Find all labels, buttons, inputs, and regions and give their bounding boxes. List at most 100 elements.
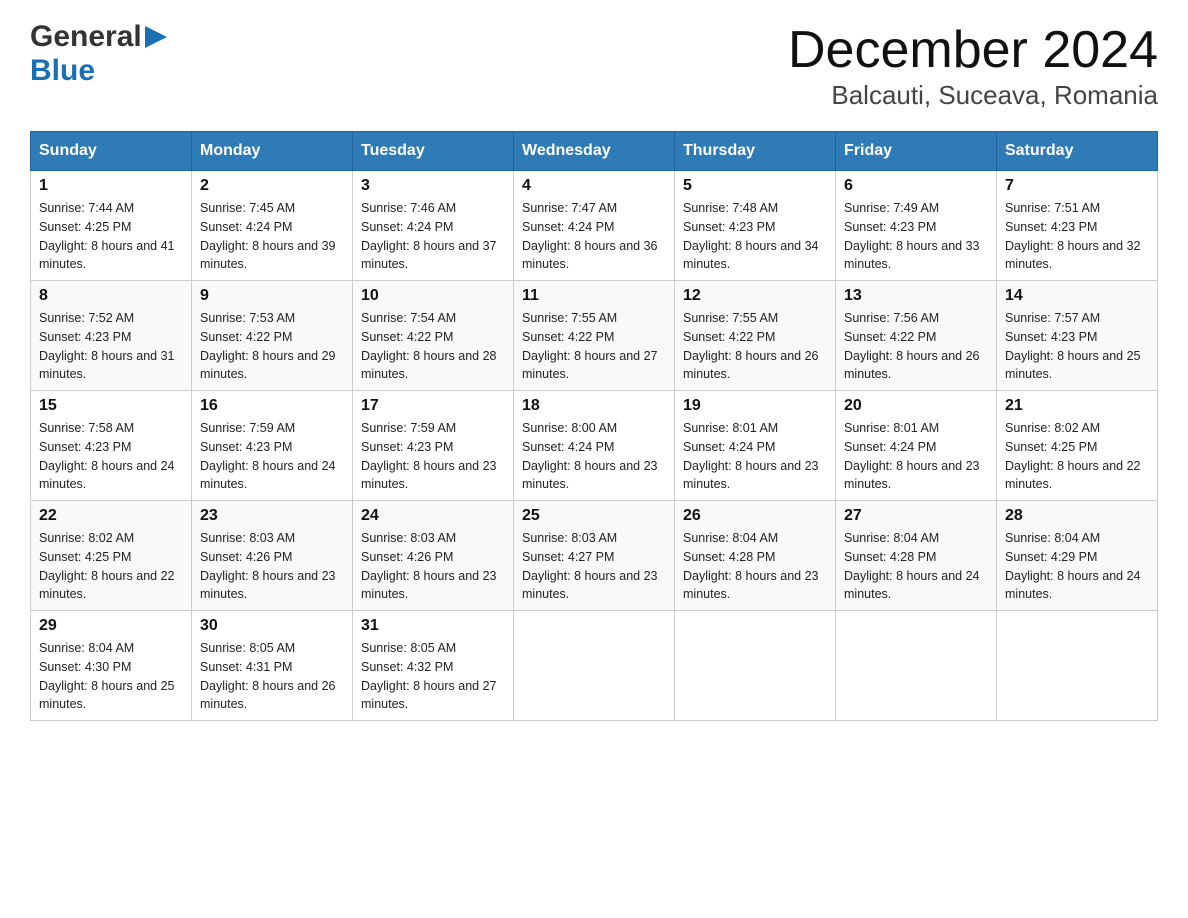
calendar-cell: 4 Sunrise: 7:47 AMSunset: 4:24 PMDaylight… xyxy=(514,171,675,281)
day-info: Sunrise: 8:03 AMSunset: 4:26 PMDaylight:… xyxy=(361,529,505,604)
calendar-week-row: 22 Sunrise: 8:02 AMSunset: 4:25 PMDayligh… xyxy=(31,501,1158,611)
calendar-cell: 16 Sunrise: 7:59 AMSunset: 4:23 PMDayligh… xyxy=(192,391,353,501)
day-info: Sunrise: 7:49 AMSunset: 4:23 PMDaylight:… xyxy=(844,199,988,274)
day-number: 8 xyxy=(39,287,183,305)
day-info: Sunrise: 8:05 AMSunset: 4:32 PMDaylight:… xyxy=(361,639,505,714)
calendar-cell: 14 Sunrise: 7:57 AMSunset: 4:23 PMDayligh… xyxy=(997,281,1158,391)
col-header-tuesday: Tuesday xyxy=(353,132,514,171)
calendar-cell: 1 Sunrise: 7:44 AMSunset: 4:25 PMDaylight… xyxy=(31,171,192,281)
logo-arrow-icon xyxy=(145,26,167,48)
day-info: Sunrise: 7:55 AMSunset: 4:22 PMDaylight:… xyxy=(522,309,666,384)
day-info: Sunrise: 7:46 AMSunset: 4:24 PMDaylight:… xyxy=(361,199,505,274)
day-info: Sunrise: 8:01 AMSunset: 4:24 PMDaylight:… xyxy=(683,419,827,494)
calendar-header-row: SundayMondayTuesdayWednesdayThursdayFrid… xyxy=(31,132,1158,171)
day-number: 19 xyxy=(683,397,827,415)
day-number: 28 xyxy=(1005,507,1149,525)
calendar-cell: 29 Sunrise: 8:04 AMSunset: 4:30 PMDayligh… xyxy=(31,611,192,721)
day-info: Sunrise: 7:45 AMSunset: 4:24 PMDaylight:… xyxy=(200,199,344,274)
calendar-cell: 28 Sunrise: 8:04 AMSunset: 4:29 PMDayligh… xyxy=(997,501,1158,611)
calendar-cell: 27 Sunrise: 8:04 AMSunset: 4:28 PMDayligh… xyxy=(836,501,997,611)
day-info: Sunrise: 8:03 AMSunset: 4:26 PMDaylight:… xyxy=(200,529,344,604)
day-number: 10 xyxy=(361,287,505,305)
day-number: 4 xyxy=(522,177,666,195)
day-info: Sunrise: 8:04 AMSunset: 4:28 PMDaylight:… xyxy=(844,529,988,604)
calendar-body: 1 Sunrise: 7:44 AMSunset: 4:25 PMDaylight… xyxy=(31,171,1158,721)
calendar-cell: 26 Sunrise: 8:04 AMSunset: 4:28 PMDayligh… xyxy=(675,501,836,611)
day-info: Sunrise: 8:04 AMSunset: 4:29 PMDaylight:… xyxy=(1005,529,1149,604)
day-number: 29 xyxy=(39,617,183,635)
calendar-cell: 23 Sunrise: 8:03 AMSunset: 4:26 PMDayligh… xyxy=(192,501,353,611)
day-info: Sunrise: 7:59 AMSunset: 4:23 PMDaylight:… xyxy=(200,419,344,494)
calendar-cell: 18 Sunrise: 8:00 AMSunset: 4:24 PMDayligh… xyxy=(514,391,675,501)
col-header-saturday: Saturday xyxy=(997,132,1158,171)
calendar-week-row: 29 Sunrise: 8:04 AMSunset: 4:30 PMDayligh… xyxy=(31,611,1158,721)
calendar-cell: 22 Sunrise: 8:02 AMSunset: 4:25 PMDayligh… xyxy=(31,501,192,611)
calendar-cell: 3 Sunrise: 7:46 AMSunset: 4:24 PMDaylight… xyxy=(353,171,514,281)
col-header-monday: Monday xyxy=(192,132,353,171)
title-block: December 2024 Balcauti, Suceava, Romania xyxy=(788,20,1158,111)
day-number: 14 xyxy=(1005,287,1149,305)
calendar-cell: 2Sunrise: 7:45 AMSunset: 4:24 PMDaylight… xyxy=(192,171,353,281)
calendar-cell: 12 Sunrise: 7:55 AMSunset: 4:22 PMDayligh… xyxy=(675,281,836,391)
day-info: Sunrise: 7:44 AMSunset: 4:25 PMDaylight:… xyxy=(39,199,183,274)
col-header-friday: Friday xyxy=(836,132,997,171)
calendar-cell: 24Sunrise: 8:03 AMSunset: 4:26 PMDayligh… xyxy=(353,501,514,611)
day-number: 22 xyxy=(39,507,183,525)
logo-general-text: General xyxy=(30,20,142,54)
day-number: 21 xyxy=(1005,397,1149,415)
day-number: 12 xyxy=(683,287,827,305)
day-number: 18 xyxy=(522,397,666,415)
day-number: 16 xyxy=(200,397,344,415)
calendar-cell xyxy=(997,611,1158,721)
calendar-table: SundayMondayTuesdayWednesdayThursdayFrid… xyxy=(30,131,1158,721)
page-header: General Blue December 2024 Balcauti, Suc… xyxy=(30,20,1158,111)
day-number: 31 xyxy=(361,617,505,635)
day-number: 7 xyxy=(1005,177,1149,195)
day-number: 5 xyxy=(683,177,827,195)
day-number: 26 xyxy=(683,507,827,525)
calendar-cell: 19 Sunrise: 8:01 AMSunset: 4:24 PMDayligh… xyxy=(675,391,836,501)
col-header-wednesday: Wednesday xyxy=(514,132,675,171)
day-number: 27 xyxy=(844,507,988,525)
day-info: Sunrise: 7:57 AMSunset: 4:23 PMDaylight:… xyxy=(1005,309,1149,384)
day-number: 30 xyxy=(200,617,344,635)
logo-blue-text: Blue xyxy=(30,54,167,88)
day-number: 9 xyxy=(200,287,344,305)
day-number: 3 xyxy=(361,177,505,195)
col-header-sunday: Sunday xyxy=(31,132,192,171)
calendar-cell: 31 Sunrise: 8:05 AMSunset: 4:32 PMDayligh… xyxy=(353,611,514,721)
calendar-cell: 15Sunrise: 7:58 AMSunset: 4:23 PMDayligh… xyxy=(31,391,192,501)
calendar-cell: 10 Sunrise: 7:54 AMSunset: 4:22 PMDayligh… xyxy=(353,281,514,391)
calendar-cell: 9Sunrise: 7:53 AMSunset: 4:22 PMDaylight… xyxy=(192,281,353,391)
day-number: 1 xyxy=(39,177,183,195)
calendar-cell xyxy=(675,611,836,721)
day-number: 17 xyxy=(361,397,505,415)
day-info: Sunrise: 8:04 AMSunset: 4:28 PMDaylight:… xyxy=(683,529,827,604)
page-subtitle: Balcauti, Suceava, Romania xyxy=(788,80,1158,111)
day-info: Sunrise: 7:48 AMSunset: 4:23 PMDaylight:… xyxy=(683,199,827,274)
calendar-cell: 30 Sunrise: 8:05 AMSunset: 4:31 PMDayligh… xyxy=(192,611,353,721)
calendar-cell: 11 Sunrise: 7:55 AMSunset: 4:22 PMDayligh… xyxy=(514,281,675,391)
day-info: Sunrise: 7:47 AMSunset: 4:24 PMDaylight:… xyxy=(522,199,666,274)
day-info: Sunrise: 8:00 AMSunset: 4:24 PMDaylight:… xyxy=(522,419,666,494)
day-number: 6 xyxy=(844,177,988,195)
calendar-cell xyxy=(514,611,675,721)
day-number: 23 xyxy=(200,507,344,525)
day-info: Sunrise: 8:05 AMSunset: 4:31 PMDaylight:… xyxy=(200,639,344,714)
day-number: 25 xyxy=(522,507,666,525)
day-info: Sunrise: 7:55 AMSunset: 4:22 PMDaylight:… xyxy=(683,309,827,384)
calendar-cell: 20Sunrise: 8:01 AMSunset: 4:24 PMDayligh… xyxy=(836,391,997,501)
day-info: Sunrise: 7:56 AMSunset: 4:22 PMDaylight:… xyxy=(844,309,988,384)
calendar-cell: 21Sunrise: 8:02 AMSunset: 4:25 PMDayligh… xyxy=(997,391,1158,501)
calendar-cell: 7Sunrise: 7:51 AMSunset: 4:23 PMDaylight… xyxy=(997,171,1158,281)
day-info: Sunrise: 8:02 AMSunset: 4:25 PMDaylight:… xyxy=(39,529,183,604)
logo: General Blue xyxy=(30,20,167,88)
day-info: Sunrise: 7:52 AMSunset: 4:23 PMDaylight:… xyxy=(39,309,183,384)
calendar-week-row: 15Sunrise: 7:58 AMSunset: 4:23 PMDayligh… xyxy=(31,391,1158,501)
day-info: Sunrise: 7:54 AMSunset: 4:22 PMDaylight:… xyxy=(361,309,505,384)
calendar-cell: 8 Sunrise: 7:52 AMSunset: 4:23 PMDaylight… xyxy=(31,281,192,391)
calendar-cell xyxy=(836,611,997,721)
day-number: 11 xyxy=(522,287,666,305)
calendar-week-row: 8 Sunrise: 7:52 AMSunset: 4:23 PMDaylight… xyxy=(31,281,1158,391)
day-info: Sunrise: 8:04 AMSunset: 4:30 PMDaylight:… xyxy=(39,639,183,714)
